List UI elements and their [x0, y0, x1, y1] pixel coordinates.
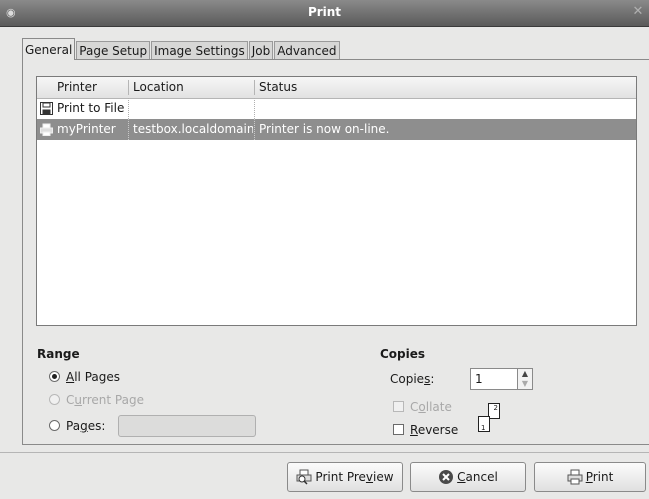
- printer-row-print-to-file[interactable]: Print to File: [37, 98, 636, 119]
- label-text: everse: [417, 423, 459, 437]
- printer-name: myPrinter: [57, 122, 116, 136]
- print-preview-button[interactable]: Print Preview: [287, 462, 403, 492]
- tab-job[interactable]: Job: [248, 41, 274, 60]
- copies-spinner[interactable]: ▲ ▼: [518, 368, 533, 390]
- checkbox-indicator: [393, 401, 404, 412]
- label-mnemonic: A: [66, 370, 75, 384]
- label-mnemonic: g: [80, 419, 88, 433]
- label-text: :: [430, 372, 435, 386]
- copies-input[interactable]: 1: [470, 368, 518, 390]
- all-pages-radio[interactable]: All Pages: [49, 368, 120, 386]
- tab-page-setup[interactable]: Page Setup: [76, 41, 151, 60]
- label-text: es:: [87, 419, 106, 433]
- label-mnemonic: R: [410, 423, 418, 437]
- spin-up-icon[interactable]: ▲: [518, 369, 532, 379]
- label-text: Print Pre: [315, 470, 366, 484]
- page-order-icon-front: 1: [478, 416, 490, 432]
- tab-bar: General Page Setup Image Settings Job Ad…: [22, 38, 341, 60]
- column-header-status[interactable]: Status: [259, 77, 297, 98]
- collate-checkbox[interactable]: Collate: [393, 398, 452, 416]
- copies-label: Copies:: [390, 370, 434, 388]
- cancel-icon: [439, 470, 454, 484]
- printer-name: Print to File: [57, 101, 125, 115]
- spin-down-icon[interactable]: ▼: [518, 379, 532, 389]
- current-page-radio[interactable]: Current Page: [49, 391, 144, 409]
- print-button[interactable]: Print: [534, 462, 646, 492]
- column-header-printer[interactable]: Printer: [57, 77, 97, 98]
- pages-input[interactable]: [118, 415, 256, 437]
- label-mnemonic: v: [365, 470, 374, 484]
- printer-list[interactable]: Printer Location Status Print to File my…: [36, 76, 637, 326]
- radio-indicator: [49, 371, 60, 382]
- label-text: rint: [592, 470, 614, 484]
- label-mnemonic: u: [74, 393, 82, 407]
- printer-icon: [567, 469, 583, 485]
- printer-list-header: Printer Location Status: [37, 77, 636, 99]
- print-preview-icon: [296, 469, 312, 485]
- radio-indicator: [49, 394, 60, 405]
- floppy-disk-icon: [40, 102, 53, 115]
- printer-icon: [40, 123, 53, 136]
- label-text: rrent Page: [82, 393, 144, 407]
- pages-radio[interactable]: Pages:: [49, 417, 105, 435]
- printer-location: [133, 98, 253, 119]
- reverse-checkbox[interactable]: Reverse: [393, 421, 458, 439]
- cancel-button[interactable]: Cancel: [410, 462, 526, 492]
- label-mnemonic: o: [418, 400, 426, 414]
- label-text: Copie: [390, 372, 425, 386]
- label-text: ancel: [465, 470, 498, 484]
- printer-location: testbox.localdomain: [133, 122, 253, 136]
- button-separator: [0, 452, 649, 453]
- radio-indicator: [49, 420, 60, 431]
- range-title: Range: [37, 347, 80, 361]
- close-icon[interactable]: ✕: [631, 5, 645, 19]
- label-text: iew: [373, 470, 394, 484]
- printer-row-myprinter[interactable]: myPrinter testbox.localdomain Printer is…: [37, 119, 636, 140]
- printer-status: Printer is now on-line.: [259, 122, 390, 136]
- column-header-location[interactable]: Location: [133, 77, 184, 98]
- copies-title: Copies: [380, 347, 426, 361]
- label-mnemonic: P: [585, 470, 593, 484]
- checkbox-indicator: [393, 424, 404, 435]
- tab-advanced[interactable]: Advanced: [274, 41, 340, 60]
- title-bar: ◉ Print ✕: [0, 0, 649, 27]
- label-mnemonic: C: [457, 470, 466, 484]
- tab-general[interactable]: General: [22, 38, 76, 60]
- label-text: Pa: [66, 419, 81, 433]
- tab-image-settings[interactable]: Image Settings: [151, 41, 248, 60]
- label-text: llate: [425, 400, 452, 414]
- window-title: Print: [307, 5, 342, 19]
- label-text: ll Pages: [74, 370, 121, 384]
